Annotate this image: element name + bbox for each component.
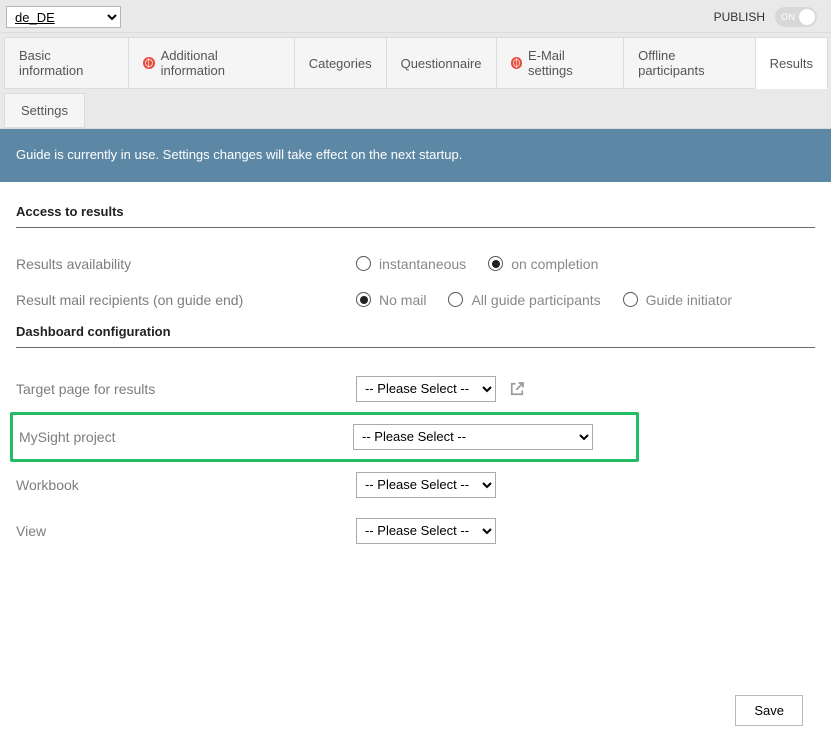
radio-instantaneous[interactable]: instantaneous [356, 256, 466, 272]
tab-label: Offline participants [638, 48, 741, 78]
tab-categories[interactable]: Categories [294, 37, 387, 89]
publish-toggle[interactable]: ON [775, 7, 817, 27]
select-view[interactable]: -- Please Select -- [356, 518, 496, 544]
sub-tabs: Settings [0, 89, 831, 129]
tab-label: Questionnaire [401, 56, 482, 71]
control-results-availability: instantaneous on completion [356, 256, 815, 272]
radio-no-mail[interactable]: No mail [356, 292, 426, 308]
save-button[interactable]: Save [735, 695, 803, 726]
label-results-availability: Results availability [16, 256, 356, 272]
radio-icon [356, 292, 371, 307]
tab-additional-information[interactable]: Additional information [128, 37, 295, 89]
label-result-mail: Result mail recipients (on guide end) [16, 292, 356, 308]
radio-all-participants[interactable]: All guide participants [448, 292, 600, 308]
tab-label: Results [770, 56, 813, 71]
results-panel: Access to results Results availability i… [0, 182, 831, 736]
row-target-page: Target page for results -- Please Select… [16, 366, 815, 412]
radio-on-completion[interactable]: on completion [488, 256, 598, 272]
control-view: -- Please Select -- [356, 518, 815, 544]
radio-label: No mail [379, 292, 426, 308]
radio-icon [448, 292, 463, 307]
row-workbook: Workbook -- Please Select -- [16, 462, 815, 508]
subtab-settings[interactable]: Settings [4, 93, 85, 128]
tab-questionnaire[interactable]: Questionnaire [386, 37, 497, 89]
label-mysight-project: MySight project [19, 429, 353, 445]
tab-label: Additional information [161, 48, 280, 78]
row-mysight-project: MySight project -- Please Select -- [13, 421, 636, 453]
toggle-text: ON [781, 12, 796, 22]
select-workbook[interactable]: -- Please Select -- [356, 472, 496, 498]
section-dashboard-heading: Dashboard configuration [16, 324, 815, 348]
radio-icon [623, 292, 638, 307]
radio-icon [488, 256, 503, 271]
radio-label: on completion [511, 256, 598, 272]
radio-icon [356, 256, 371, 271]
control-result-mail: No mail All guide participants Guide ini… [356, 292, 815, 308]
publish-label: PUBLISH [714, 10, 765, 24]
control-workbook: -- Please Select -- [356, 472, 815, 498]
highlight-mysight: MySight project -- Please Select -- [10, 412, 639, 462]
label-target-page: Target page for results [16, 381, 356, 397]
row-results-availability: Results availability instantaneous on co… [16, 246, 815, 282]
radio-label: instantaneous [379, 256, 466, 272]
tab-label: Basic information [19, 48, 114, 78]
main-tabs: Basic information Additional information… [0, 33, 831, 89]
label-workbook: Workbook [16, 477, 356, 493]
control-mysight-project: -- Please Select -- [353, 424, 636, 450]
tab-offline-participants[interactable]: Offline participants [623, 37, 756, 89]
radio-label: All guide participants [471, 292, 600, 308]
tab-label: Categories [309, 56, 372, 71]
tab-email-settings[interactable]: E-Mail settings [496, 37, 625, 89]
tab-basic-information[interactable]: Basic information [4, 37, 129, 89]
label-view: View [16, 523, 356, 539]
subtab-label: Settings [21, 103, 68, 118]
control-target-page: -- Please Select -- [356, 376, 815, 402]
tab-label: E-Mail settings [528, 48, 609, 78]
section-access-heading: Access to results [16, 204, 815, 228]
notice-banner: Guide is currently in use. Settings chan… [0, 129, 831, 182]
radio-guide-initiator[interactable]: Guide initiator [623, 292, 732, 308]
radio-label: Guide initiator [646, 292, 732, 308]
globe-icon [511, 57, 522, 69]
notice-text: Guide is currently in use. Settings chan… [16, 147, 462, 162]
row-view: View -- Please Select -- [16, 508, 815, 554]
panel-footer: Save [16, 684, 815, 736]
locale-select[interactable]: de_DE [6, 6, 121, 28]
select-mysight-project[interactable]: -- Please Select -- [353, 424, 593, 450]
publish-wrap: PUBLISH ON [714, 7, 821, 27]
external-link-icon[interactable] [508, 380, 526, 398]
globe-icon [143, 57, 154, 69]
row-result-mail: Result mail recipients (on guide end) No… [16, 282, 815, 318]
select-target-page[interactable]: -- Please Select -- [356, 376, 496, 402]
tab-results[interactable]: Results [755, 37, 828, 89]
top-bar: de_DE PUBLISH ON [0, 0, 831, 33]
locale-wrap: de_DE [6, 6, 121, 28]
